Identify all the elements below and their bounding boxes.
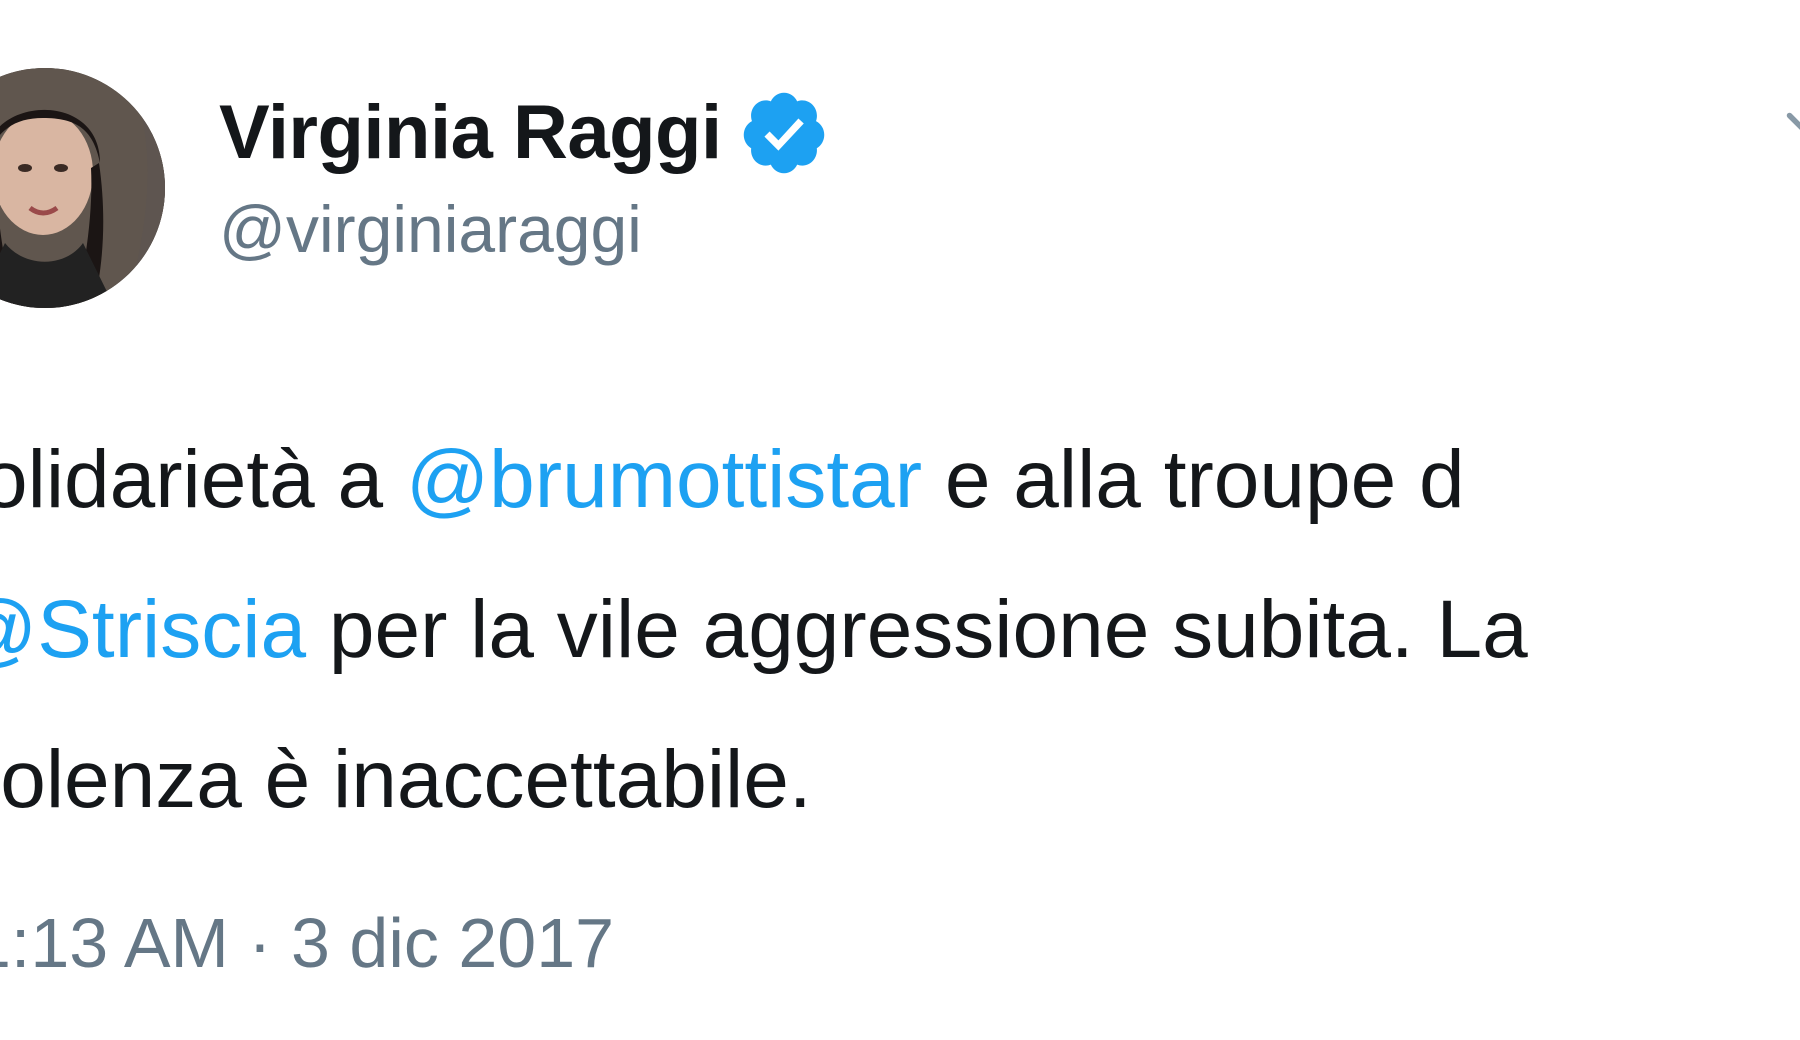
chevron-down-icon[interactable] xyxy=(1782,98,1800,158)
mention-link-brumottistar[interactable]: @brumottistar xyxy=(406,434,922,525)
tweet-text-segment: iolenza è inaccettabile. xyxy=(0,734,812,825)
avatar[interactable] xyxy=(0,68,165,308)
author-handle[interactable]: @virginiaraggi xyxy=(219,196,642,262)
tweet-text-line-2: @Striscia per la vile aggressione subita… xyxy=(0,555,1800,705)
tweet-text-line-1: olidarietà a @brumottistar e alla troupe… xyxy=(0,405,1800,555)
tweet-text-segment: olidarietà a xyxy=(0,434,406,525)
avatar-portrait-icon xyxy=(0,68,165,308)
author-name-row[interactable]: Virginia Raggi xyxy=(219,88,830,178)
tweet-text-line-3: iolenza è inaccettabile. xyxy=(0,705,1800,855)
tweet-timestamp[interactable]: 1:13 AM · 3 dic 2017 xyxy=(0,908,614,978)
tweet-header: Virginia Raggi @virginiaraggi xyxy=(0,0,1800,330)
tweet-text-segment: e alla troupe d xyxy=(922,434,1465,525)
tweet-card: Virginia Raggi @virginiaraggi olidarietà… xyxy=(0,0,1800,1040)
tweet-text-segment: per la vile aggressione subita. La xyxy=(306,584,1528,675)
author-display-name[interactable]: Virginia Raggi xyxy=(219,95,722,171)
verified-badge-icon xyxy=(743,92,824,174)
tweet-text: olidarietà a @brumottistar e alla troupe… xyxy=(0,405,1800,855)
mention-link-striscia[interactable]: @Striscia xyxy=(0,584,306,675)
